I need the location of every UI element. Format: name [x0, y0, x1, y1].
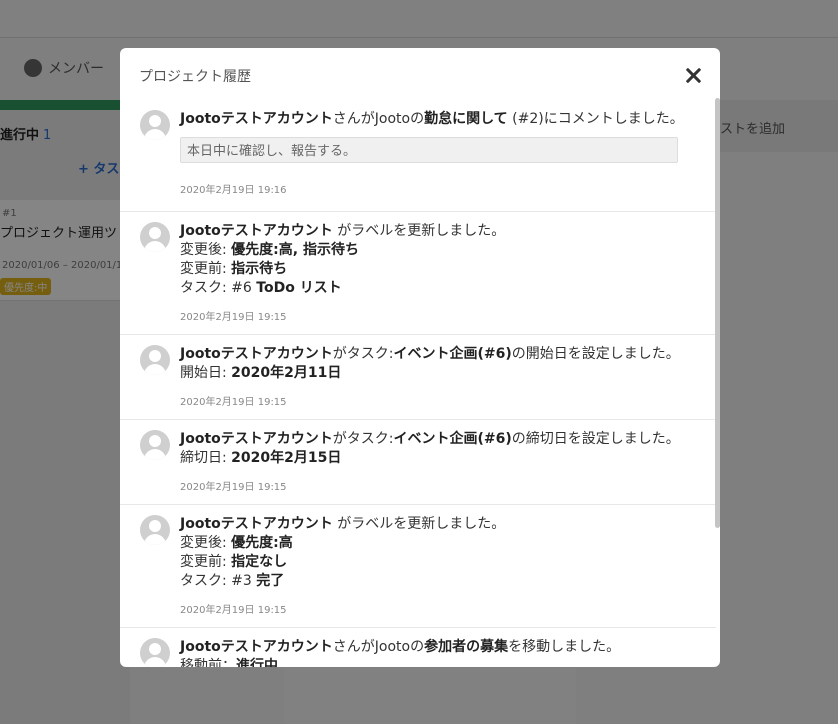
entry-text: Jootoテストアカウント がラベルを更新しました。 [180, 223, 506, 239]
entry-text: Jootoテストアカウント がラベルを更新しました。 [180, 516, 506, 532]
modal-title: プロジェクト履歴 [139, 69, 251, 85]
change-before: 変更前: 指定なし [180, 554, 288, 570]
timestamp: 2020年2月19日 19:15 [180, 605, 287, 616]
task-ref: タスク: #6 ToDo リスト [180, 280, 342, 296]
avatar [140, 515, 170, 545]
entry-text: JootoテストアカウントさんがJootoの勤怠に関して (#2)にコメントしま… [180, 111, 684, 127]
avatar [140, 222, 170, 252]
avatar [140, 345, 170, 375]
history-entry: Jootoテストアカウント がラベルを更新しました。 変更後: 優先度:高 変更… [120, 505, 716, 628]
timestamp: 2020年2月19日 19:15 [180, 312, 287, 323]
history-entry: Jootoテストアカウントがタスク:イベント企画(#6)の開始日を設定しました。… [120, 335, 716, 420]
project-history-modal: プロジェクト履歴 JootoテストアカウントさんがJootoの勤怠に関して (#… [120, 48, 720, 667]
change-after: 変更後: 優先度:高, 指示待ち [180, 242, 359, 258]
start-date: 開始日: 2020年2月11日 [180, 365, 342, 381]
avatar [140, 430, 170, 460]
timestamp: 2020年2月19日 19:16 [180, 185, 287, 196]
change-before: 変更前: 指示待ち [180, 261, 288, 277]
history-entry: JootoテストアカウントさんがJootoの参加者の募集を移動しました。 移動前… [120, 628, 716, 667]
scrollbar[interactable] [715, 98, 720, 528]
avatar [140, 638, 170, 667]
modal-header: プロジェクト履歴 [120, 48, 720, 100]
entry-text: Jootoテストアカウントがタスク:イベント企画(#6)の開始日を設定しました。 [180, 346, 680, 362]
entry-text: Jootoテストアカウントがタスク:イベント企画(#6)の締切日を設定しました。 [180, 431, 680, 447]
comment-text: 本日中に確認し、報告する。 [180, 137, 678, 163]
history-entry: JootoテストアカウントさんがJootoの勤怠に関して (#2)にコメントしま… [120, 100, 716, 212]
moved-from: 移動前：進行中 [180, 658, 278, 667]
close-icon[interactable] [682, 64, 704, 86]
history-entry: Jootoテストアカウント がラベルを更新しました。 変更後: 優先度:高, 指… [120, 212, 716, 335]
entry-text: JootoテストアカウントさんがJootoの参加者の募集を移動しました。 [180, 639, 621, 655]
change-after: 変更後: 優先度:高 [180, 535, 293, 551]
history-entry: Jootoテストアカウントがタスク:イベント企画(#6)の締切日を設定しました。… [120, 420, 716, 505]
timestamp: 2020年2月19日 19:15 [180, 482, 287, 493]
task-ref: タスク: #3 完了 [180, 573, 285, 589]
history-list[interactable]: JootoテストアカウントさんがJootoの勤怠に関して (#2)にコメントしま… [120, 100, 716, 667]
avatar [140, 110, 170, 140]
due-date: 締切日: 2020年2月15日 [180, 450, 342, 466]
timestamp: 2020年2月19日 19:15 [180, 397, 287, 408]
